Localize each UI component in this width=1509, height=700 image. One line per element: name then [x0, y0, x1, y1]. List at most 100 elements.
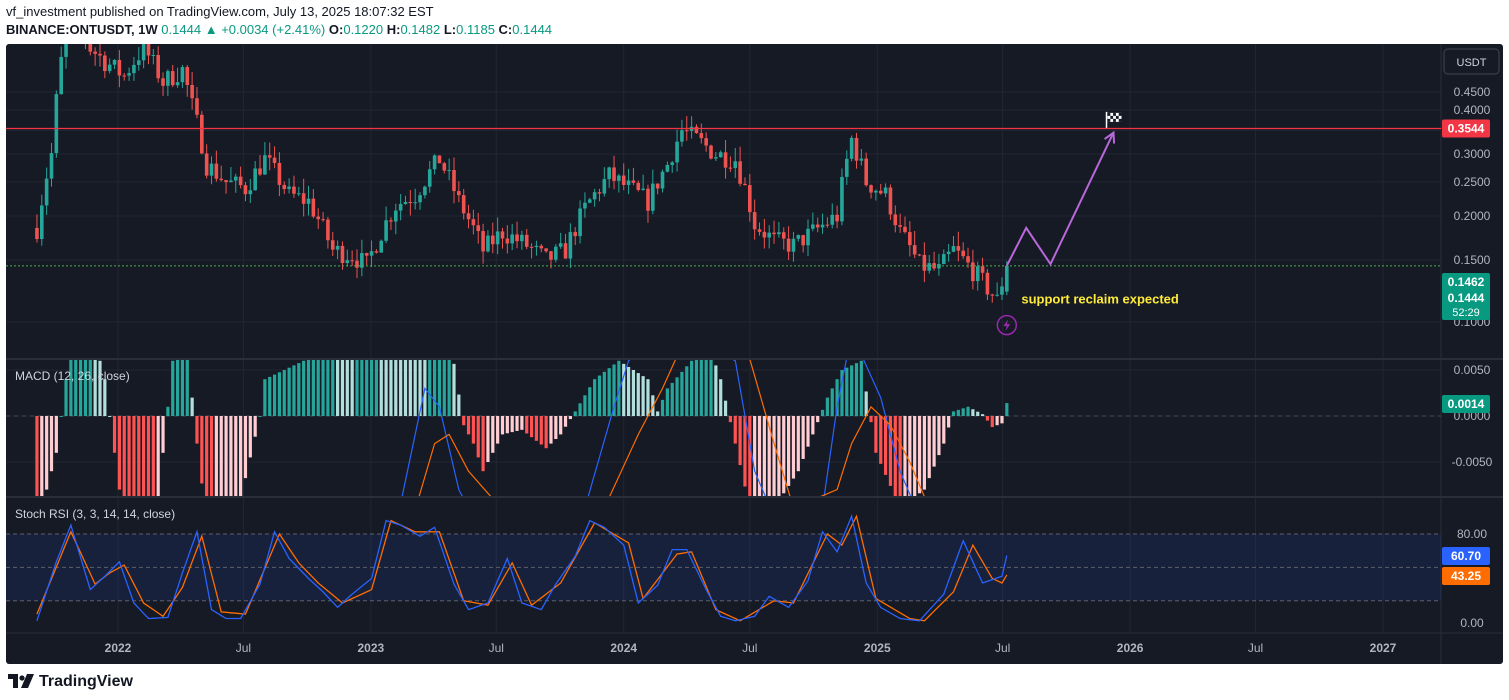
macd-bar [883, 416, 888, 475]
candle-body [466, 213, 471, 220]
candle-body [694, 126, 699, 134]
candle-body [893, 214, 898, 226]
candle-body [457, 191, 461, 196]
candle-body [670, 162, 675, 165]
chart-canvas[interactable]: support reclaim expected MACD (12, 26, cl… [6, 44, 1503, 664]
candle-body [515, 234, 519, 242]
candle-body [175, 82, 180, 86]
candle-body [282, 184, 287, 190]
flag-check [1115, 115, 1119, 119]
macd-bar [515, 416, 519, 431]
macd-bar [942, 416, 946, 444]
candle-body [384, 220, 388, 241]
macd-bar [525, 416, 529, 434]
candle-body [146, 44, 151, 56]
candle-body [636, 182, 641, 191]
candle-body [835, 214, 839, 222]
macd-bar [699, 360, 703, 416]
chart-frame[interactable]: support reclaim expected MACD (12, 26, cl… [6, 44, 1503, 664]
macd-bar [214, 416, 218, 496]
candle-body [263, 155, 267, 175]
macd-bar [927, 416, 931, 479]
macd-bar [379, 360, 383, 416]
macd-bar [399, 360, 403, 416]
tradingview-logo[interactable]: TradingView [8, 673, 133, 691]
macd-bar [583, 395, 587, 416]
candle-body [88, 44, 93, 52]
stoch-tick: 0.00 [1460, 616, 1484, 630]
candle-body [335, 245, 340, 250]
symbol-label: BINANCE:ONTUSDT, 1W [6, 22, 158, 37]
candle-body [200, 114, 204, 154]
candle-body [568, 232, 573, 259]
candle-body [432, 155, 437, 170]
macd-bar [879, 416, 883, 464]
candle-body [141, 44, 146, 61]
candle-body [437, 155, 442, 164]
candle-body [345, 260, 350, 264]
flag-check [1118, 112, 1122, 116]
candle-body [98, 53, 102, 56]
open-label: O: [328, 22, 344, 37]
macd-tick: -0.0050 [1452, 455, 1493, 469]
macd-value-label-text: 0.0014 [1448, 397, 1485, 411]
macd-bar [258, 416, 262, 417]
candle-body [966, 256, 970, 263]
macd-bar [820, 409, 825, 416]
candle-body [699, 133, 704, 139]
projection-path [1005, 132, 1115, 267]
macd-bar [403, 360, 408, 416]
price-tick: 0.1500 [1454, 253, 1491, 267]
candle-body [621, 175, 626, 185]
candle-body [777, 232, 781, 235]
macd-bar [850, 365, 854, 416]
candle-body [447, 170, 451, 172]
candle-body [326, 219, 330, 241]
candle-body [524, 234, 529, 247]
macd-bar [937, 416, 941, 456]
macd-bar [670, 382, 674, 416]
candle-body [233, 176, 238, 181]
macd-bar [239, 416, 243, 496]
candle-body [612, 167, 616, 181]
candle-body [248, 190, 253, 195]
price-tick: 0.2500 [1454, 175, 1491, 189]
low-value: 0.1185 [456, 22, 495, 37]
price-tick: 0.4000 [1454, 103, 1491, 117]
candle-body [54, 94, 59, 154]
macd-bar [219, 416, 223, 496]
time-tick: Jul [1248, 641, 1263, 655]
candle-body [180, 67, 185, 83]
macd-bar [956, 409, 960, 416]
macd-bar [423, 360, 427, 416]
macd-bar [40, 416, 44, 496]
macd-bar [190, 397, 194, 416]
macd-bar [738, 416, 742, 466]
candle-body [631, 180, 636, 183]
macd-bar [471, 416, 475, 444]
macd-bar [166, 406, 170, 416]
resistance-price-label-text: 0.3544 [1448, 122, 1485, 136]
macd-bar [360, 360, 364, 416]
candle-body [486, 235, 490, 252]
candle-body [190, 85, 194, 99]
candle-body [316, 216, 321, 220]
candle-body [583, 202, 587, 209]
macd-bar [297, 363, 301, 416]
macd-bar [180, 360, 185, 416]
candle-body [49, 153, 54, 179]
macd-bar [743, 416, 747, 487]
chart-header: vf_investment published on TradingView.c… [0, 0, 1509, 44]
candle-body [122, 75, 127, 77]
macd-bar [311, 360, 315, 416]
candle-body [655, 183, 660, 189]
candle-body [379, 240, 384, 253]
candle-body [166, 71, 170, 86]
macd-bar [903, 416, 907, 496]
candle-body [35, 227, 39, 240]
macd-bar [442, 360, 446, 416]
macd-bar [64, 379, 68, 416]
macd-bar [529, 416, 534, 438]
candle-body [413, 202, 417, 204]
macd-bar [491, 416, 495, 453]
